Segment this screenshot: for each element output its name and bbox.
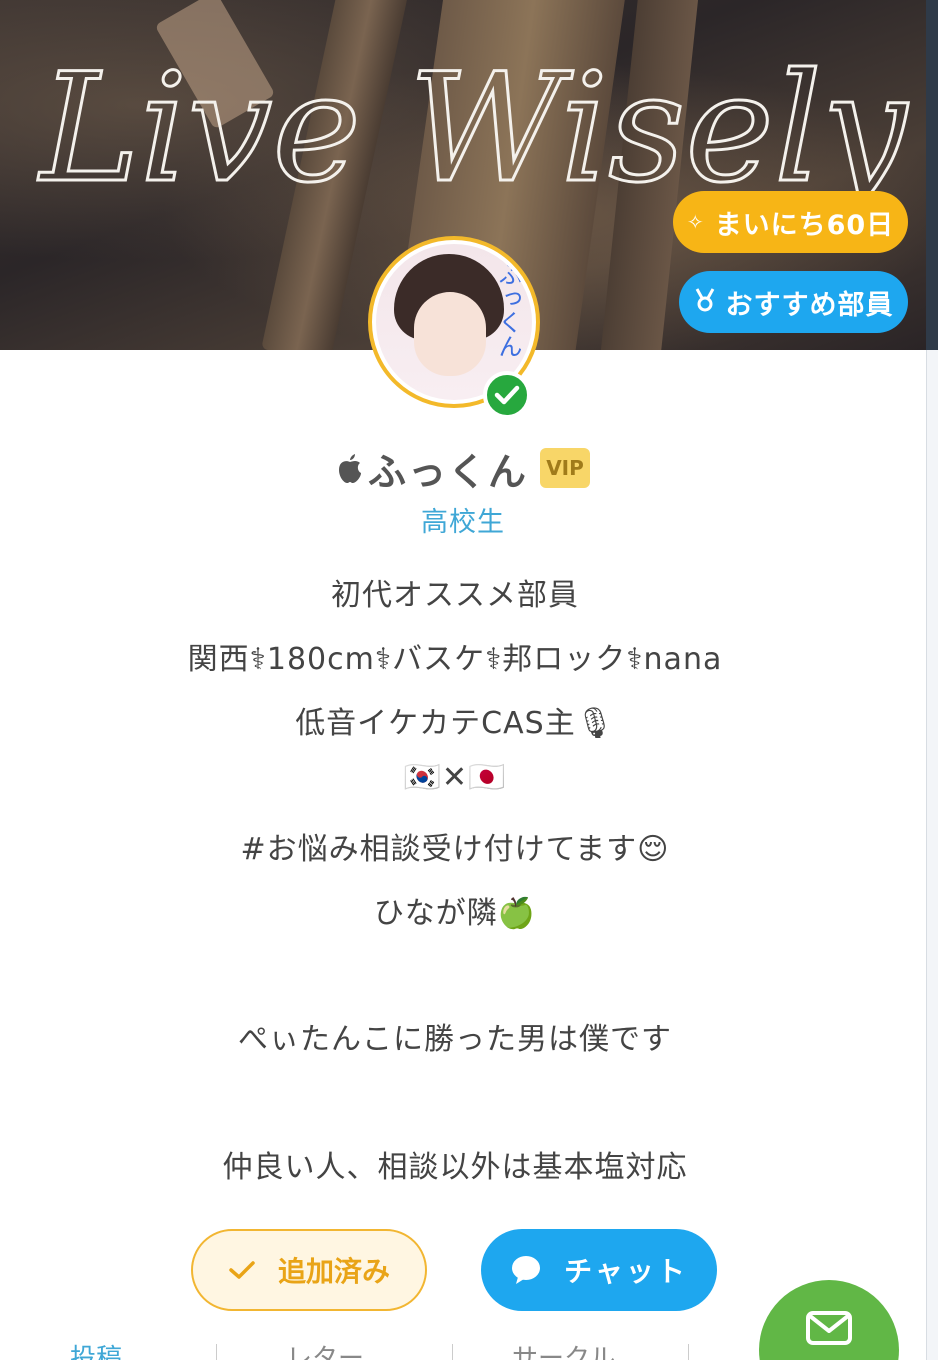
apple-icon: [338, 454, 361, 483]
background-page-edge: [926, 0, 938, 1360]
check-icon: [229, 1261, 255, 1279]
profile-card: Live Wisely ✧ まいにち60日 おすすめ部員 ふっくん ふっくん V…: [0, 0, 926, 1360]
bio-line: 🇰🇷✕🇯🇵: [403, 760, 507, 795]
bio-line: ひなが隣🍏: [373, 896, 537, 931]
daily-streak-label: まいにち60日: [714, 209, 895, 241]
chat-bubble-icon: [512, 1256, 541, 1284]
bio-line: 仲良い人、相談以外は基本塩対応: [222, 1150, 688, 1185]
profile-name-row: ふっくん VIP: [0, 440, 926, 496]
avatar-overlay-text: ふっくん: [494, 262, 522, 358]
bio-line: #お悩み相談受け付けてます😌: [240, 832, 670, 867]
bio-line: 初代オススメ部員: [331, 578, 579, 613]
check-icon: [494, 385, 520, 405]
recommended-member-badge[interactable]: おすすめ部員: [679, 271, 908, 333]
tab-circle[interactable]: サークル: [512, 1338, 615, 1360]
profile-name: ふっくん: [367, 449, 528, 494]
tab-letter[interactable]: レター: [286, 1338, 364, 1360]
added-button-label: 追加済み: [277, 1255, 390, 1288]
envelope-icon: [806, 1311, 852, 1345]
bio-line: 低音イケカテCAS主🎙: [295, 706, 615, 741]
verified-badge: [483, 371, 531, 419]
bio-line: 関西⚕180cm⚕バスケ⚕邦ロック⚕nana: [187, 642, 723, 677]
mail-button[interactable]: [759, 1280, 899, 1360]
profile-page: Live Wisely ✧ まいにち60日 おすすめ部員 ふっくん ふっくん V…: [0, 0, 938, 1360]
recommended-member-label: おすすめ部員: [725, 289, 894, 321]
sparkle-icon: ✧: [686, 210, 705, 234]
added-button[interactable]: 追加済み: [191, 1229, 427, 1311]
bio-line: ぺぃたんこに勝った男は僕です: [238, 1022, 672, 1057]
tab-posts[interactable]: 投稿: [70, 1338, 122, 1360]
vip-badge: VIP: [540, 448, 590, 488]
medal-icon: [694, 287, 716, 317]
svg-text:Live Wisely: Live Wisely: [37, 42, 909, 216]
daily-streak-badge[interactable]: ✧ まいにち60日: [673, 191, 908, 253]
profile-grade: 高校生: [421, 507, 505, 538]
chat-button[interactable]: チャット: [481, 1229, 717, 1311]
chat-button-label: チャット: [564, 1255, 688, 1288]
